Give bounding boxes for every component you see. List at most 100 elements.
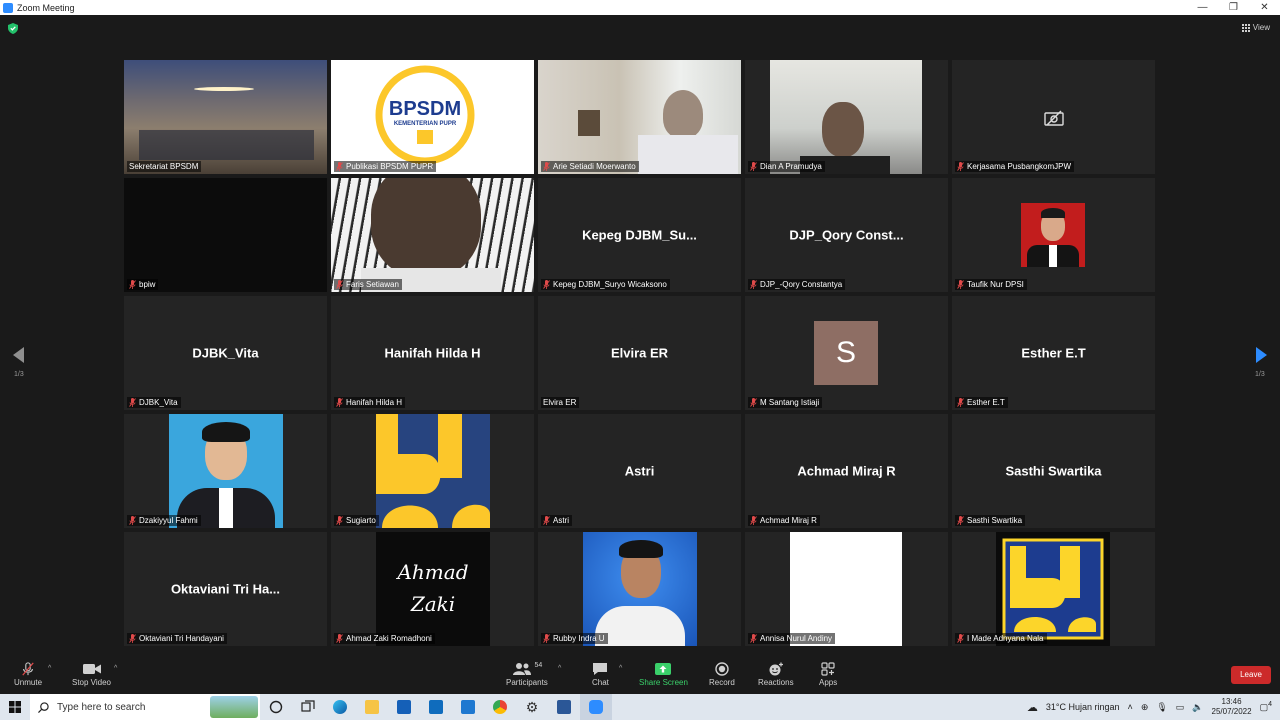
video-tile-esther[interactable]: Esther E.T Esther E.T <box>952 296 1155 410</box>
speaker-icon[interactable]: 🔈 <box>1192 702 1203 713</box>
record-button[interactable]: Record <box>709 660 735 687</box>
task-view-button[interactable] <box>292 694 324 720</box>
taskbar-file-explorer[interactable] <box>356 694 388 720</box>
view-label: View <box>1252 23 1270 32</box>
microphone-icon[interactable]: 🎙 <box>1156 702 1167 713</box>
video-tile-astri[interactable]: Astri Astri <box>538 414 741 528</box>
edge-icon <box>333 700 347 714</box>
video-tile-dian-pramudya[interactable]: Dian A Pramudya <box>745 60 948 174</box>
video-tile-kerjasama[interactable]: Kerjasama PusbangkomJPW <box>952 60 1155 174</box>
participant-name-label: Arie Setiadi Moerwanto <box>541 161 639 172</box>
video-tile-ahmad-zaki[interactable]: Ahmad Zaki Ahmad Zaki Romadhoni <box>331 532 534 646</box>
video-tile-dzakiyyul[interactable]: Dzakiyyul Fahmi <box>124 414 327 528</box>
taskbar-zoom[interactable] <box>580 694 612 720</box>
maximize-button[interactable]: ❐ <box>1218 0 1249 15</box>
weather-text[interactable]: 31°C Hujan ringan <box>1046 702 1120 712</box>
participant-name-label: DJBK_Vita <box>127 397 181 408</box>
taskbar-search[interactable]: Type here to search <box>30 694 260 720</box>
apps-label: Apps <box>819 678 838 687</box>
taskbar-word[interactable] <box>548 694 580 720</box>
video-tile-m-santang[interactable]: S M Santang Istiaji <box>745 296 948 410</box>
video-tile-arie-setiadi[interactable]: Arie Setiadi Moerwanto <box>538 60 741 174</box>
video-tile-oktaviani[interactable]: Oktaviani Tri Ha... Oktaviani Tri Handay… <box>124 532 327 646</box>
network-icon[interactable]: ▭ <box>1176 702 1185 713</box>
participant-display-name: DJBK_Vita <box>192 345 259 361</box>
participant-display-name: Hanifah Hilda H <box>384 345 481 361</box>
share-screen-button[interactable]: Share Screen <box>639 660 688 687</box>
video-tile-annisa-nurul[interactable]: Annisa Nurul Andiny <box>745 532 948 646</box>
muted-mic-icon <box>129 516 136 525</box>
profile-photo <box>1021 203 1085 267</box>
participant-name-label: Kerjasama PusbangkomJPW <box>955 161 1075 172</box>
chat-options-caret-icon[interactable]: ^ <box>619 665 622 672</box>
reactions-label: Reactions <box>758 678 794 687</box>
taskbar-edge[interactable] <box>324 694 356 720</box>
audio-options-caret-icon[interactable]: ^ <box>48 665 51 672</box>
participant-name-label: Ahmad Zaki Romadhoni <box>334 633 435 644</box>
tray-app-icon[interactable]: ⊕ <box>1141 702 1149 713</box>
view-button[interactable]: View <box>1241 23 1270 32</box>
video-tile-djbk-vita[interactable]: DJBK_Vita DJBK_Vita <box>124 296 327 410</box>
video-tile-bpiw[interactable]: bpiw <box>124 178 327 292</box>
unmute-button[interactable]: Unmute <box>14 660 42 687</box>
muted-mic-icon <box>543 280 550 289</box>
search-highlight-image <box>210 696 258 718</box>
taskbar-app-blue[interactable] <box>452 694 484 720</box>
taskbar-settings[interactable]: ⚙ <box>516 694 548 720</box>
taskbar-mail[interactable] <box>420 694 452 720</box>
muted-mic-icon <box>750 398 757 407</box>
video-tile-taufik-nur[interactable]: Taufik Nur DPSI <box>952 178 1155 292</box>
minimize-button[interactable]: — <box>1187 0 1218 15</box>
chevron-up-icon[interactable]: ˄ <box>1128 702 1133 712</box>
muted-mic-icon <box>750 516 757 525</box>
chat-button[interactable]: Chat <box>592 660 609 687</box>
participant-name-label: Sugiarto <box>334 515 379 526</box>
video-tile-kepeg-djbm[interactable]: Kepeg DJBM_Su... Kepeg DJBM_Suryo Wicaks… <box>538 178 741 292</box>
muted-mic-icon <box>750 634 757 643</box>
profile-photo <box>583 532 697 646</box>
close-button[interactable]: ✕ <box>1249 0 1280 15</box>
taskbar-chrome[interactable] <box>484 694 516 720</box>
video-tile-sekretariat-bpsdm[interactable]: Sekretariat BPSDM <box>124 60 327 174</box>
participant-name-label: Taufik Nur DPSI <box>955 279 1027 290</box>
stop-video-button[interactable]: Stop Video <box>72 660 111 687</box>
participant-display-name: Achmad Miraj R <box>797 463 896 479</box>
muted-mic-icon <box>129 634 136 643</box>
video-tile-elvira-er[interactable]: Elvira ER Elvira ER <box>538 296 741 410</box>
participant-name-label: Sekretariat BPSDM <box>127 161 202 172</box>
conference-room-video <box>124 60 327 174</box>
participants-button[interactable]: 54 Participants <box>506 660 548 688</box>
muted-mic-icon <box>750 280 757 289</box>
record-label: Record <box>709 678 735 687</box>
participants-options-caret-icon[interactable]: ^ <box>558 665 561 672</box>
video-tile-hanifah-hilda[interactable]: Hanifah Hilda H Hanifah Hilda H <box>331 296 534 410</box>
video-tile-publikasi-bpsdm[interactable]: BPSDM KEMENTERIAN PUPR Publikasi BPSDM P… <box>331 60 534 174</box>
start-button[interactable] <box>0 694 30 720</box>
participant-name-label: Esther E.T <box>955 397 1008 408</box>
video-tile-achmad-miraj[interactable]: Achmad Miraj R Achmad Miraj R <box>745 414 948 528</box>
previous-page-arrow[interactable] <box>9 345 29 365</box>
clock[interactable]: 13:46 25/07/2022 <box>1212 697 1252 717</box>
participant-display-name: Astri <box>624 463 655 479</box>
page-indicator-right: 1/3 <box>1255 371 1265 378</box>
taskbar-store[interactable] <box>388 694 420 720</box>
notifications-button[interactable]: ▢4 <box>1260 701 1272 713</box>
muted-mic-icon <box>336 634 343 643</box>
video-tile-djp-qory[interactable]: DJP_Qory Const... DJP_-Qory Constantya <box>745 178 948 292</box>
chevron-left-icon <box>13 347 24 363</box>
video-options-caret-icon[interactable]: ^ <box>114 665 117 672</box>
video-tile-sasthi[interactable]: Sasthi Swartika Sasthi Swartika <box>952 414 1155 528</box>
next-page-arrow[interactable] <box>1251 345 1271 365</box>
video-tile-sugiarto[interactable]: Sugiarto <box>331 414 534 528</box>
leave-button[interactable]: Leave <box>1231 666 1271 684</box>
video-tile-faris-setiawan[interactable]: Faris Setiawan <box>331 178 534 292</box>
muted-mic-icon <box>22 662 34 676</box>
participants-label: Participants <box>506 678 548 687</box>
reactions-button[interactable]: Reactions <box>758 660 794 687</box>
video-tile-rubby-indra[interactable]: Rubby Indra U <box>538 532 741 646</box>
grid-view-icon <box>1241 23 1250 32</box>
apps-button[interactable]: Apps <box>819 660 837 687</box>
record-icon <box>715 662 729 676</box>
cortana-button[interactable] <box>260 694 292 720</box>
video-tile-i-made-adnyana[interactable]: I Made Adnyana Nala <box>952 532 1155 646</box>
